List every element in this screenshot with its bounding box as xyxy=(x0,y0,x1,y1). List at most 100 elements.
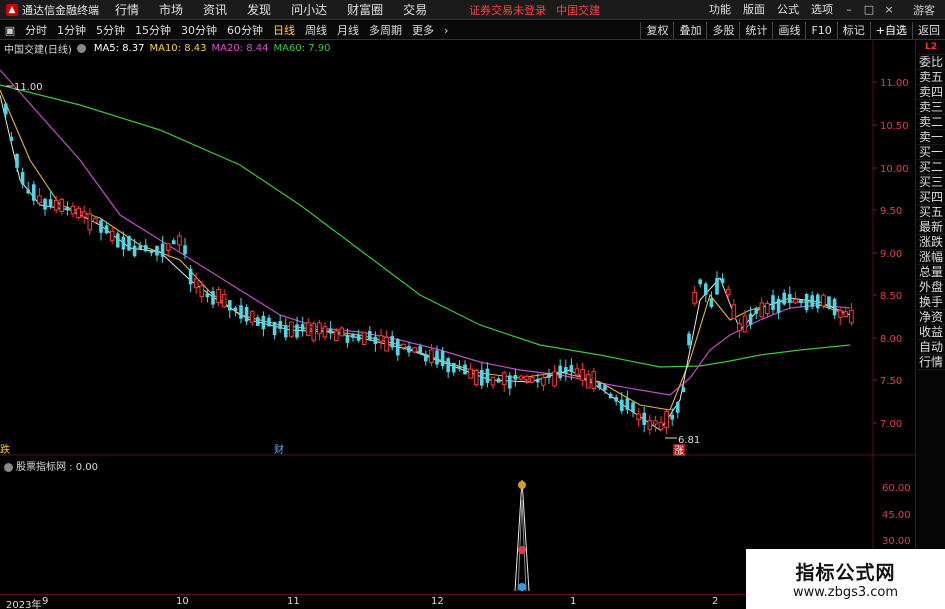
add-watchlist-button[interactable]: +自选 xyxy=(869,21,912,39)
side-latest[interactable]: 最新 xyxy=(917,220,945,235)
side-volume[interactable]: 总量 xyxy=(917,265,945,280)
candle-body xyxy=(345,335,350,343)
candle-body xyxy=(625,398,630,410)
menu-functions[interactable]: 功能 xyxy=(703,0,737,20)
candle-body xyxy=(424,354,428,362)
axis-divider xyxy=(915,40,916,609)
date-oct: 10 xyxy=(176,596,189,607)
chevron-right-icon[interactable]: › xyxy=(439,21,453,40)
candle-body xyxy=(698,279,702,285)
side-buy4[interactable]: 买四 xyxy=(917,190,945,205)
candlestick-chart[interactable]: 11.0010.5010.009.509.008.508.007.507.00 … xyxy=(0,40,915,594)
candle-body xyxy=(647,420,653,430)
candle-body xyxy=(32,184,36,201)
candle-body xyxy=(585,374,591,389)
menu-trade[interactable]: 交易 xyxy=(393,0,437,20)
date-jan: 1 xyxy=(570,596,577,607)
candle-body xyxy=(709,298,714,307)
login-warning[interactable]: 证券交易未登录 xyxy=(469,2,546,18)
side-quotes[interactable]: 行情 xyxy=(917,355,945,370)
multi-stock-button[interactable]: 多股 xyxy=(706,21,739,39)
logo-icon: ▲ xyxy=(6,3,18,16)
side-sell1[interactable]: 卖一 xyxy=(917,130,945,145)
candle-body xyxy=(65,206,70,211)
side-buy3[interactable]: 买三 xyxy=(917,175,945,190)
menu-ask[interactable]: 问小达 xyxy=(281,0,337,20)
indicator-tick-label: 30.00 xyxy=(882,536,911,547)
candle-body xyxy=(53,199,59,211)
panel-toggle-icon[interactable]: ▣ xyxy=(3,23,17,37)
period-60min[interactable]: 60分钟 xyxy=(222,21,268,40)
menu-news[interactable]: 资讯 xyxy=(193,0,237,20)
candle-body xyxy=(597,382,602,388)
overlay-button[interactable]: 叠加 xyxy=(673,21,706,39)
side-change-pct[interactable]: 涨幅 xyxy=(917,250,945,265)
menu-discover[interactable]: 发现 xyxy=(237,0,281,20)
candle-body xyxy=(614,397,618,402)
side-sell4[interactable]: 卖四 xyxy=(917,85,945,100)
candle-body xyxy=(138,245,142,250)
candle-body xyxy=(765,302,770,315)
candle-body xyxy=(771,295,775,310)
candle-body xyxy=(127,235,131,251)
side-buy2[interactable]: 买二 xyxy=(917,160,945,175)
menu-wealth[interactable]: 财富圈 xyxy=(337,0,393,20)
level2-badge[interactable]: L2 xyxy=(917,40,945,55)
side-buy5[interactable]: 买五 xyxy=(917,205,945,220)
candle-body xyxy=(267,317,271,327)
menu-quotes[interactable]: 行情 xyxy=(105,0,149,20)
period-5min[interactable]: 5分钟 xyxy=(91,21,130,40)
candle-body xyxy=(144,245,148,252)
adjust-button[interactable]: 复权 xyxy=(640,21,673,39)
candle-body xyxy=(199,285,205,298)
side-buy1[interactable]: 买一 xyxy=(917,145,945,160)
mark-button[interactable]: 标记 xyxy=(836,21,870,39)
period-monthly[interactable]: 月线 xyxy=(332,21,364,40)
close-icon[interactable]: × xyxy=(882,3,896,17)
candle-body xyxy=(816,294,820,309)
menu-market[interactable]: 市场 xyxy=(149,0,193,20)
side-sell5[interactable]: 卖五 xyxy=(917,70,945,85)
side-turnover[interactable]: 换手 xyxy=(917,295,945,310)
period-weekly[interactable]: 周线 xyxy=(300,21,332,40)
indicator-gear-icon[interactable] xyxy=(4,462,16,473)
f10-button[interactable]: F10 xyxy=(805,21,836,39)
minimize-icon[interactable]: – xyxy=(842,3,856,17)
candle-body xyxy=(193,278,199,289)
date-feb: 2 xyxy=(712,596,719,607)
period-15min[interactable]: 15分钟 xyxy=(130,21,176,40)
period-more[interactable]: 更多 xyxy=(407,21,439,40)
candle-body xyxy=(620,399,624,412)
candle-body xyxy=(76,207,81,219)
draw-line-button[interactable]: 画线 xyxy=(772,21,805,39)
side-sell3[interactable]: 卖三 xyxy=(917,100,945,115)
menu-options[interactable]: 选项 xyxy=(805,0,839,20)
period-1min[interactable]: 1分钟 xyxy=(52,21,91,40)
side-change[interactable]: 涨跌 xyxy=(917,235,945,250)
indicator-axis: 60.00 45.00 30.00 xyxy=(882,483,911,547)
back-button[interactable]: 返回 xyxy=(912,21,945,39)
candle-body xyxy=(116,233,120,248)
menu-formula[interactable]: 公式 xyxy=(771,0,805,20)
side-earnings[interactable]: 收益 xyxy=(917,325,945,340)
candle-body xyxy=(843,311,849,317)
candle-body xyxy=(552,371,557,387)
candle-body xyxy=(361,331,367,346)
side-auto[interactable]: 自动 xyxy=(917,340,945,355)
side-weibi[interactable]: 委比 xyxy=(917,55,945,70)
period-daily[interactable]: 日线 xyxy=(268,21,300,40)
candle-body xyxy=(704,283,708,295)
candle-body xyxy=(799,299,803,304)
period-30min[interactable]: 30分钟 xyxy=(176,21,222,40)
side-outer[interactable]: 外盘 xyxy=(917,280,945,295)
side-net-asset[interactable]: 净资 xyxy=(917,310,945,325)
statistics-button[interactable]: 统计 xyxy=(739,21,772,39)
side-sell2[interactable]: 卖二 xyxy=(917,115,945,130)
menu-layout[interactable]: 版面 xyxy=(737,0,771,20)
maximize-icon[interactable]: □ xyxy=(862,3,876,17)
ma60-line xyxy=(0,84,851,368)
period-multi[interactable]: 多周期 xyxy=(364,21,407,40)
period-intraday[interactable]: 分时 xyxy=(20,21,52,40)
candle-body xyxy=(748,313,753,325)
guest-label[interactable]: 游客 xyxy=(899,2,945,18)
